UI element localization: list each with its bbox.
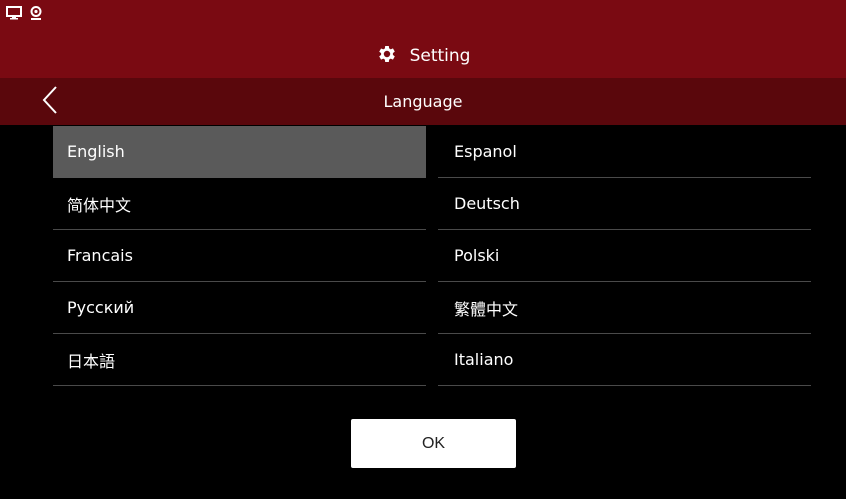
language-option-italian[interactable]: Italiano <box>438 334 811 386</box>
language-option-traditional-chinese[interactable]: 繁體中文 <box>438 282 811 334</box>
header-title: Setting <box>0 36 846 76</box>
header-bar: Setting <box>0 0 846 78</box>
language-option-polish[interactable]: Polski <box>438 230 811 282</box>
header-title-text: Setting <box>409 46 471 66</box>
language-option-russian[interactable]: Русский <box>53 282 426 334</box>
language-option-german[interactable]: Deutsch <box>438 178 811 230</box>
settings-screen: Setting Language English 简体中文 Francais Р… <box>0 0 846 499</box>
status-icons <box>6 2 42 24</box>
back-button[interactable] <box>32 84 68 120</box>
language-option-spanish[interactable]: Espanol <box>438 126 811 178</box>
language-list-left: English 简体中文 Francais Русский 日本語 <box>53 126 426 386</box>
language-list-right: Espanol Deutsch Polski 繁體中文 Italiano <box>438 126 811 386</box>
gear-icon <box>376 43 398 70</box>
language-option-japanese[interactable]: 日本語 <box>53 334 426 386</box>
chevron-left-icon <box>41 85 59 119</box>
camera-icon <box>30 6 42 20</box>
subheader-bar: Language <box>0 78 846 125</box>
monitor-icon <box>6 6 22 20</box>
language-option-simplified-chinese[interactable]: 简体中文 <box>53 178 426 230</box>
ok-button[interactable]: OK <box>351 419 516 468</box>
page-title: Language <box>383 92 463 111</box>
language-option-english[interactable]: English <box>53 126 426 178</box>
language-option-french[interactable]: Francais <box>53 230 426 282</box>
